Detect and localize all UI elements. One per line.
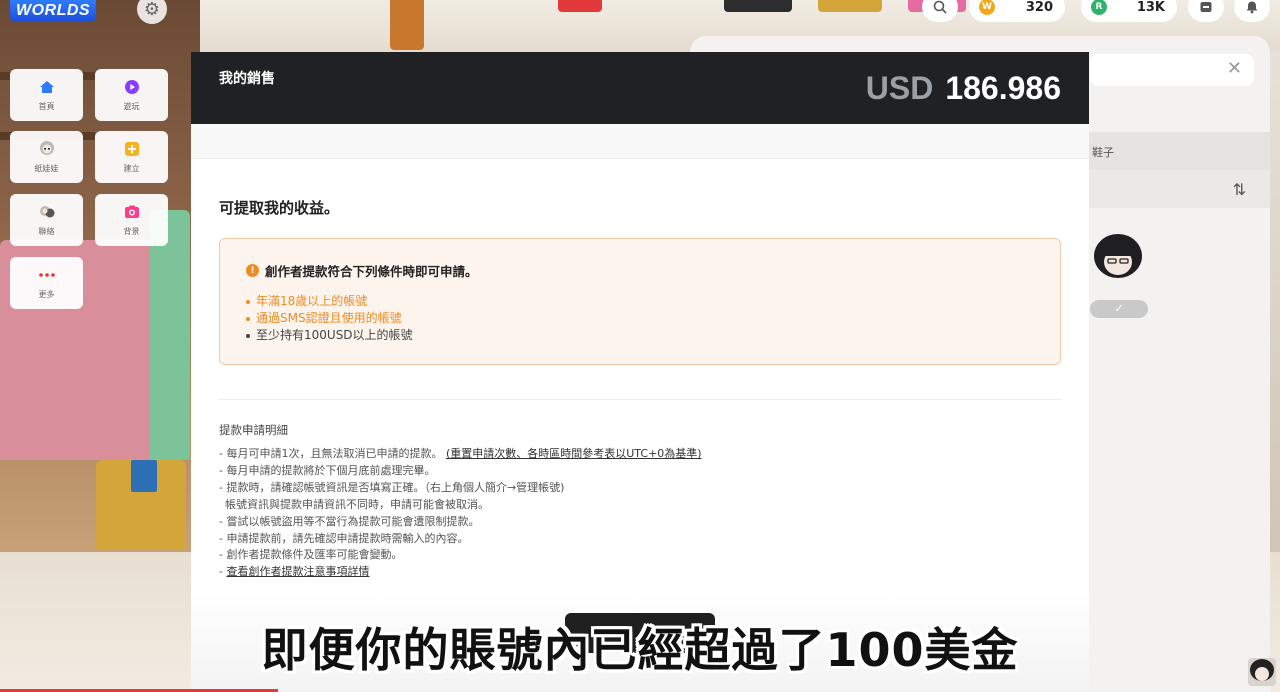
hanging-item-yellow bbox=[818, 0, 882, 12]
item-avatar-thumbnail[interactable] bbox=[1090, 232, 1146, 288]
detail-line: - 查看創作者提款注意事項詳情 bbox=[219, 565, 370, 579]
green-shirt bbox=[150, 210, 190, 460]
worlds-logo: WORLDS bbox=[10, 0, 97, 22]
coin-amount: 320 bbox=[1025, 0, 1053, 15]
details-title: 提款申請明細 bbox=[219, 423, 288, 437]
hanging-item-black bbox=[724, 0, 792, 12]
create-icon bbox=[123, 140, 141, 158]
inbox-icon bbox=[1200, 2, 1212, 12]
close-icon[interactable]: ✕ bbox=[1227, 58, 1242, 79]
menu-more[interactable]: 更多 bbox=[10, 257, 83, 309]
conditions-list: 年滿18歲以上的帳號 通過SMS認證且使用的帳號 至少持有100USD以上的帳號 bbox=[246, 293, 1034, 344]
detail-line: - 提款時，請確認帳號資訊是否填寫正確。（右上角個人簡介→管理帳號) bbox=[219, 480, 565, 494]
withdraw-details-list: - 每月可申請1次，且無法取消已申請的提款。 (重置申請次數、各時區時間參考表以… bbox=[219, 446, 1089, 581]
contact-icon bbox=[38, 203, 56, 221]
balance-currency: USD bbox=[865, 69, 934, 106]
condition-item-sms: 通過SMS認證且使用的帳號 bbox=[246, 310, 1034, 327]
withdraw-conditions-notice: ! 創作者提款符合下列條件時即可申請。 年滿18歲以上的帳號 通過SMS認證且使… bbox=[219, 238, 1061, 365]
my-sales-modal: 我的銷售 USD 186.986 可提取我的收益。 ! 創作者提款符合下列條件時… bbox=[191, 52, 1089, 692]
coin-balance[interactable]: W 320 bbox=[969, 0, 1065, 22]
gear-icon: ⚙ bbox=[143, 0, 161, 20]
hanging-item-red bbox=[558, 0, 602, 12]
bell-icon bbox=[1246, 1, 1258, 14]
gem-balance[interactable]: R 13K bbox=[1081, 0, 1177, 22]
video-subtitle: 即便你的賬號內已經超過了100美金 bbox=[261, 623, 1019, 677]
sort-icon[interactable]: ⇅ bbox=[1233, 180, 1246, 199]
condition-item-age: 年滿18歲以上的帳號 bbox=[246, 293, 1034, 310]
coin-icon: W bbox=[979, 0, 995, 15]
withdraw-notes-link[interactable]: 查看創作者提款注意事項詳情 bbox=[226, 565, 369, 578]
camera-icon bbox=[123, 203, 141, 221]
menu-avatar[interactable]: 紙娃娃 bbox=[10, 131, 83, 183]
menu-play[interactable]: 遊玩 bbox=[95, 69, 168, 121]
hanging-shirt-orange bbox=[390, 0, 424, 50]
notice-heading: ! 創作者提款符合下列條件時即可申請。 bbox=[246, 261, 1034, 280]
gem-amount: 13K bbox=[1136, 0, 1165, 15]
detail-line: - 每月申請的提款將於下個月底前處理完畢。 bbox=[219, 463, 436, 477]
menu-contact[interactable]: 聯絡 bbox=[10, 194, 83, 246]
channel-avatar bbox=[1248, 658, 1276, 686]
equipped-check-badge: ✓ bbox=[1090, 300, 1148, 318]
play-icon bbox=[123, 78, 141, 96]
sales-balance: USD 186.986 bbox=[866, 70, 1061, 107]
utc-reference-link[interactable]: (重置申請次數、各時區時間參考表以UTC+0為基準) bbox=[446, 447, 702, 460]
info-icon: ! bbox=[246, 264, 259, 277]
detail-line: - 嘗試以帳號盜用等不當行為提款可能會遭限制提款。 bbox=[219, 514, 480, 528]
menu-home[interactable]: 首頁 bbox=[10, 69, 83, 121]
search-icon bbox=[933, 0, 947, 14]
detail-line: - 申請提款前，請先確認申請提款時需輸入的內容。 bbox=[219, 531, 469, 545]
condition-item-balance: 至少持有100USD以上的帳號 bbox=[246, 327, 1034, 344]
more-icon bbox=[38, 266, 56, 284]
home-icon bbox=[38, 78, 56, 96]
section-divider bbox=[219, 399, 1061, 400]
menu-create[interactable]: 建立 bbox=[95, 131, 168, 183]
menu-background[interactable]: 背景 bbox=[95, 194, 168, 246]
balance-amount: 186.986 bbox=[945, 69, 1061, 106]
category-row[interactable]: 鞋子 bbox=[1088, 132, 1270, 170]
withdraw-section-title: 可提取我的收益。 bbox=[219, 199, 340, 217]
detail-line: - 每月可申請1次，且無法取消已申請的提款。 (重置申請次數、各時區時間參考表以… bbox=[219, 447, 702, 460]
modal-title: 我的銷售 bbox=[219, 71, 275, 87]
avatar-icon bbox=[38, 140, 56, 158]
modal-subheader bbox=[191, 124, 1089, 159]
gem-icon: R bbox=[1091, 0, 1107, 15]
detail-line: - 創作者提款條件及匯率可能會變動。 bbox=[219, 548, 403, 562]
modal-header: 我的銷售 USD 186.986 bbox=[191, 52, 1089, 124]
price-tag bbox=[131, 460, 157, 492]
detail-line: 帳號資訊與提款申請資訊不同時，申請可能會被取消。 bbox=[225, 497, 489, 511]
